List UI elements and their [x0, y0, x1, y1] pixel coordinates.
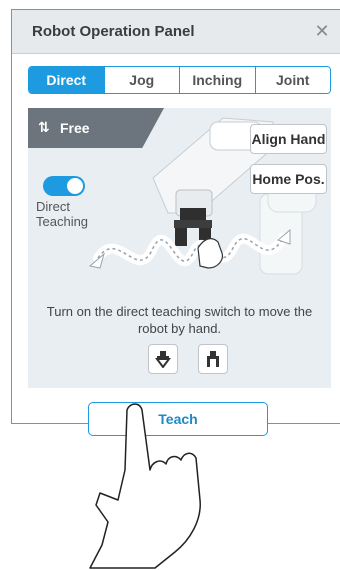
pointing-hand-icon	[89, 403, 201, 569]
